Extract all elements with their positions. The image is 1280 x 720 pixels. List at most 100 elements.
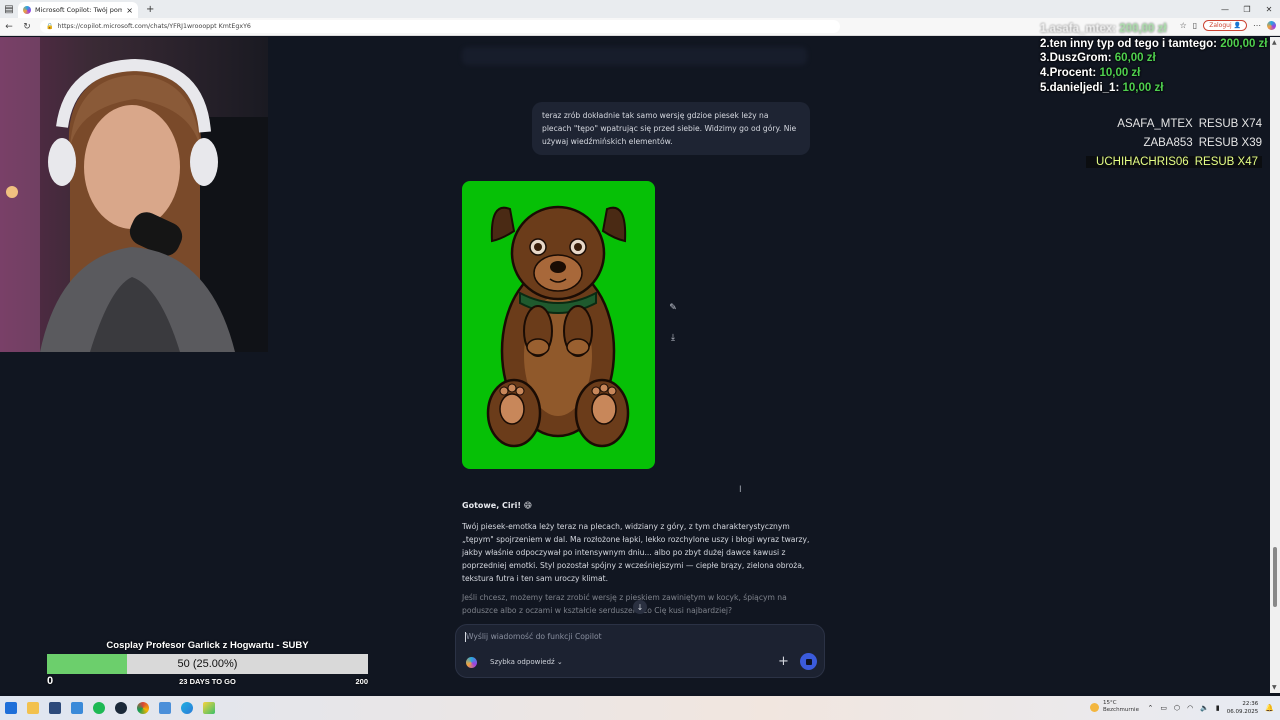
battery-icon[interactable]: ▮ bbox=[1216, 704, 1220, 712]
lock-icon: 🔒 bbox=[46, 23, 54, 30]
close-tab-icon[interactable]: × bbox=[126, 6, 133, 15]
resub-row: ZABA853 RESUB X39 bbox=[1080, 134, 1262, 153]
start-icon[interactable] bbox=[0, 697, 22, 719]
donation-leaderboard: 1.asafa_mtex: 200,00 zł 2.ten inny typ od… bbox=[1040, 22, 1270, 96]
clock-time: 22:36 bbox=[1242, 701, 1259, 707]
streamer-webcam-image bbox=[0, 37, 268, 352]
notification-icon[interactable]: 🔔 bbox=[1265, 704, 1274, 712]
url-field[interactable]: 🔒 https://copilot.microsoft.com/chats/YF… bbox=[40, 20, 840, 33]
close-window-icon[interactable]: ✕ bbox=[1258, 0, 1280, 18]
leader-amount: 10,00 zł bbox=[1122, 81, 1164, 94]
leaderboard-row: 5.danieljedi_1: 10,00 zł bbox=[1040, 81, 1164, 94]
file-explorer-icon[interactable] bbox=[22, 697, 44, 719]
leader-amount: 60,00 zł bbox=[1114, 52, 1156, 65]
new-tab-icon[interactable]: + bbox=[146, 4, 154, 15]
text-cursor-icon: I bbox=[739, 485, 742, 495]
copilot-favicon-icon bbox=[23, 6, 31, 14]
leader-rank: 2. bbox=[1040, 37, 1050, 50]
sun-icon bbox=[1090, 702, 1099, 712]
leader-rank: 5. bbox=[1040, 81, 1050, 94]
app-icon-1[interactable] bbox=[44, 697, 66, 719]
browser-tab-bar: ▤ Microsoft Copilot: Twój pomocni... × +… bbox=[0, 0, 1280, 18]
resub-label: RESUB X39 bbox=[1198, 137, 1262, 149]
url-text: https://copilot.microsoft.com/chats/YFRJ… bbox=[57, 23, 251, 30]
webcam-overlay bbox=[0, 37, 268, 352]
resub-list: ASAFA_MTEX RESUB X74 ZABA853 RESUB X39 UCHIH… bbox=[1080, 115, 1262, 172]
leader-amount: 10,00 zł bbox=[1099, 67, 1141, 80]
browser-tab[interactable]: Microsoft Copilot: Twój pomocni... × bbox=[18, 2, 138, 18]
dog-illustration bbox=[486, 205, 630, 448]
weather-widget[interactable]: 15°C Bezchmurnie bbox=[1090, 700, 1139, 714]
response-mode-dropdown[interactable]: Szybka odpowiedź ⌄ bbox=[490, 658, 563, 666]
tab-actions-icon[interactable]: ▤ bbox=[0, 0, 18, 18]
windows-taskbar bbox=[0, 696, 1280, 720]
previous-message-faded bbox=[462, 47, 807, 65]
stop-icon bbox=[805, 658, 812, 665]
goal-days-left: 23 DAYS TO GO bbox=[179, 677, 236, 686]
stop-generation-button[interactable] bbox=[800, 653, 817, 670]
maximize-icon[interactable]: ❐ bbox=[1236, 0, 1258, 18]
edit-image-icon[interactable]: ✎ bbox=[666, 301, 680, 315]
page-scrollbar[interactable]: ▲ ▼ bbox=[1270, 37, 1280, 693]
leader-name: danieljedi_1 bbox=[1049, 81, 1116, 94]
user-message-bubble: teraz zrób dokładnie tak samo wersję gdz… bbox=[532, 102, 810, 155]
tray-app-icon-2[interactable]: ⬡ bbox=[1174, 704, 1180, 712]
leader-rank: 1. bbox=[1040, 23, 1050, 35]
tray-chevron-icon[interactable]: ⌃ bbox=[1147, 704, 1153, 712]
app-icon-3[interactable] bbox=[154, 697, 176, 719]
resub-entry: ASAFA_MTEX RESUB X74 bbox=[1111, 118, 1262, 130]
scroll-down-button[interactable]: ↓ bbox=[633, 600, 647, 614]
leader-rank: 4. bbox=[1040, 67, 1050, 80]
chrome-icon[interactable] bbox=[132, 697, 154, 719]
goal-max: 200 bbox=[355, 677, 368, 686]
edge-icon[interactable] bbox=[176, 697, 198, 719]
reply-heading: Gotowe, Ciri! 😄 bbox=[462, 501, 533, 510]
download-icon[interactable]: ⤓ bbox=[666, 331, 680, 345]
goal-progress-text: 50 (25.00%) bbox=[177, 658, 238, 670]
goal-progress-bar: 50 (25.00%) bbox=[47, 654, 368, 674]
app-icon-2[interactable] bbox=[66, 697, 88, 719]
goal-title: Cosplay Profesor Garlick z Hogwartu - SU… bbox=[106, 640, 309, 651]
steam-icon[interactable] bbox=[110, 697, 132, 719]
leaderboard-row: 4.Procent: 10,00 zł bbox=[1040, 67, 1141, 80]
goal-footer: 0 23 DAYS TO GO 200 bbox=[47, 675, 368, 688]
refresh-icon[interactable]: ↻ bbox=[18, 22, 36, 32]
tab-title: Microsoft Copilot: Twój pomocni... bbox=[35, 6, 123, 14]
resub-label: RESUB X47 bbox=[1194, 156, 1258, 168]
tray-app-icon[interactable]: ▭ bbox=[1160, 704, 1167, 712]
message-composer: Wyślij wiadomość do funkcji Copilot Szyb… bbox=[455, 624, 825, 678]
scroll-down-icon[interactable]: ▼ bbox=[1272, 684, 1277, 691]
leader-rank: 3. bbox=[1040, 52, 1050, 65]
leaderboard-row: 3.DuszGrom: 60,00 zł bbox=[1040, 52, 1156, 65]
reply-paragraph-1: Twój piesek-emotka leży teraz na plecach… bbox=[462, 522, 810, 583]
leaderboard-row: 1.asafa_mtex: 200,00 zł bbox=[1040, 23, 1167, 35]
copilot-logo-icon bbox=[466, 657, 477, 668]
leader-amount: 200,00 zł bbox=[1220, 37, 1268, 50]
clock[interactable]: 22:36 06.09.2025 bbox=[1227, 700, 1259, 716]
back-icon[interactable]: ← bbox=[0, 22, 18, 32]
spotify-icon[interactable] bbox=[88, 697, 110, 719]
minimize-icon[interactable]: — bbox=[1214, 0, 1236, 18]
resub-user: UCHIHACHRIS06 bbox=[1096, 156, 1189, 168]
weather-temp: 15°C bbox=[1103, 700, 1117, 706]
generated-dog-image[interactable] bbox=[462, 181, 655, 469]
system-tray: ⌃ ▭ ⬡ ◠ 🔈 ▮ 22:36 06.09.2025 🔔 bbox=[1147, 696, 1274, 720]
leaderboard-row: 2.ten inny typ od tego i tamtego: 200,00… bbox=[1040, 37, 1268, 50]
volume-icon[interactable]: 🔈 bbox=[1200, 704, 1209, 712]
composer-input[interactable]: Wyślij wiadomość do funkcji Copilot bbox=[466, 632, 602, 641]
clock-date: 06.09.2025 bbox=[1226, 709, 1259, 715]
add-attachment-icon[interactable]: + bbox=[778, 654, 789, 669]
leader-name: Procent bbox=[1049, 67, 1093, 80]
wifi-icon[interactable]: ◠ bbox=[1187, 704, 1193, 712]
weather-desc: Bezchmurnie bbox=[1103, 707, 1139, 713]
scrollbar-thumb[interactable] bbox=[1273, 547, 1277, 607]
leader-amount: 200,00 zł bbox=[1119, 23, 1167, 35]
scroll-up-icon[interactable]: ▲ bbox=[1272, 39, 1277, 46]
leader-name: DuszGrom bbox=[1049, 52, 1108, 65]
app-icon-4[interactable] bbox=[198, 697, 220, 719]
leader-name: asafa_mtex bbox=[1049, 23, 1113, 35]
resub-label: RESUB X74 bbox=[1198, 118, 1262, 130]
window-controls: — ❐ ✕ bbox=[1214, 0, 1280, 18]
leader-name: ten inny typ od tego i tamtego bbox=[1049, 37, 1214, 50]
resub-user: ASAFA_MTEX bbox=[1117, 118, 1193, 130]
